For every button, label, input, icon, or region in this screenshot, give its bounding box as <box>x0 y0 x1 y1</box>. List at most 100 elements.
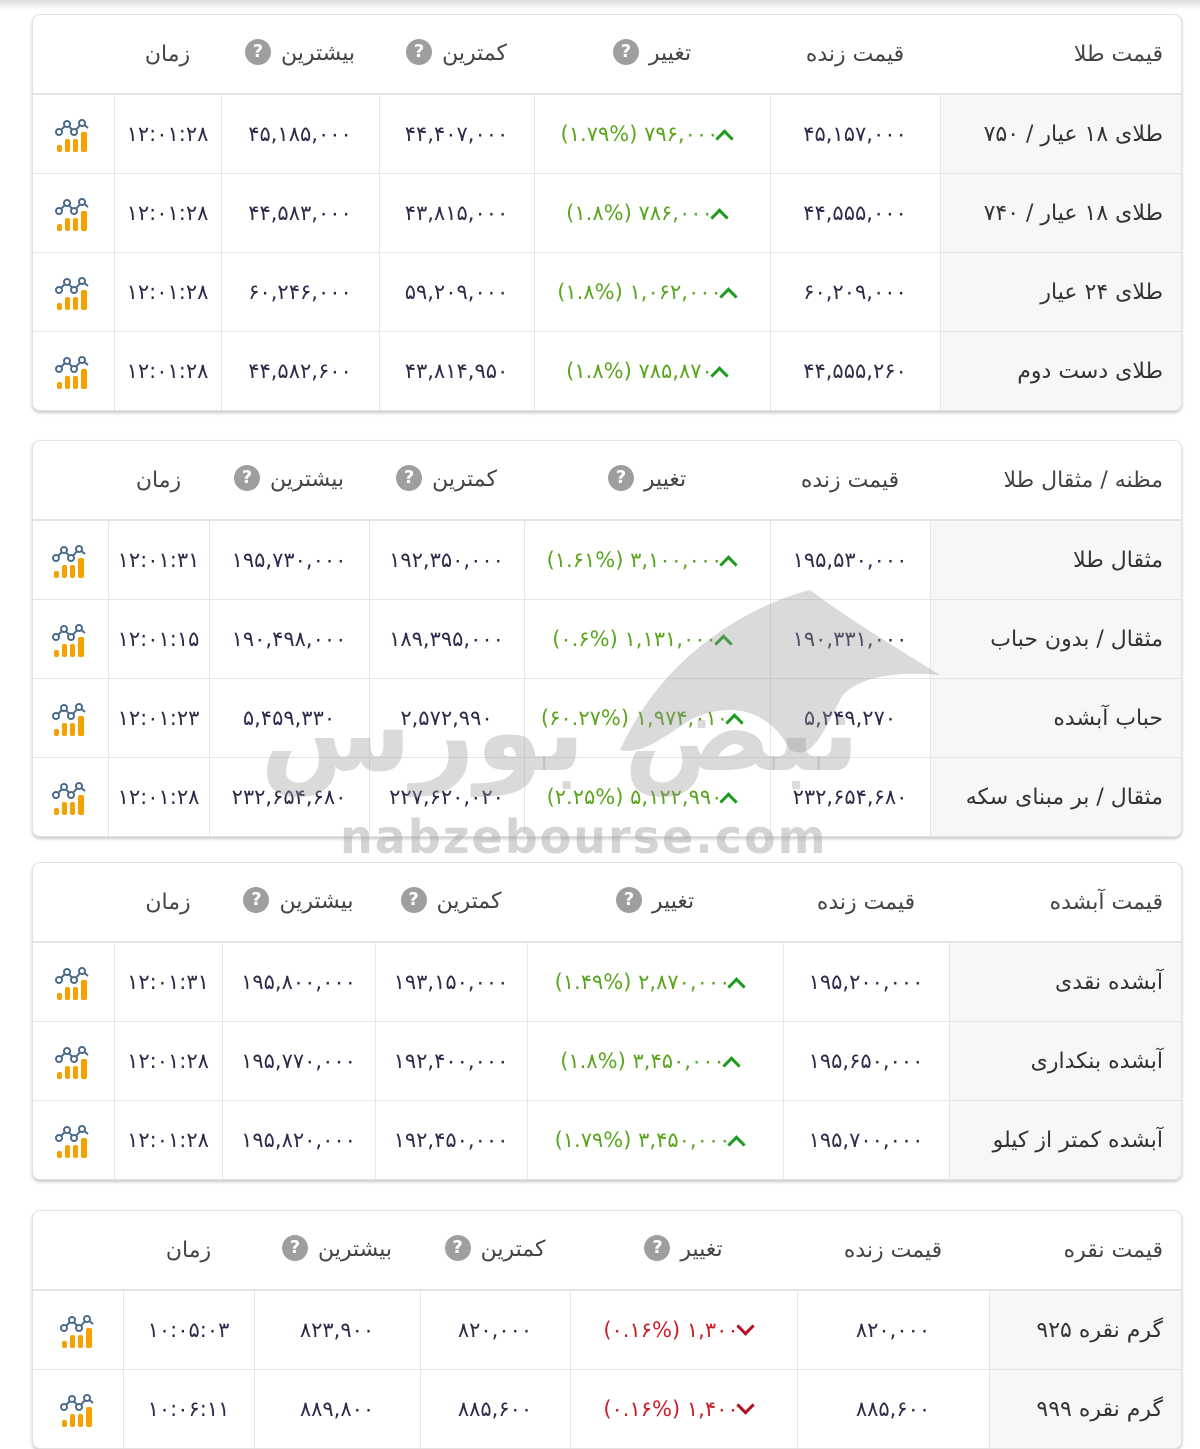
help-icon[interactable]: ? <box>396 465 423 491</box>
item-name[interactable]: گرم نقره ۹۹۹ <box>988 1369 1181 1448</box>
chart-cell[interactable] <box>33 1290 123 1370</box>
highest-price: ۵,۴۵۹,۳۳۰ <box>208 678 369 758</box>
chart-icon[interactable] <box>58 1389 98 1429</box>
lowest-price: ۴۳,۸۱۴,۹۵۰ <box>378 331 534 410</box>
live-price: ۱۹۵,۶۵۰,۰۰۰ <box>782 1021 949 1101</box>
table-row[interactable]: طلای دست دوم ۴۴,۵۵۵,۲۶۰ ۷۸۵,۸۷۰ (۱.۸%) ۴۳,۸… <box>33 331 1181 410</box>
chart-cell[interactable] <box>33 599 108 679</box>
chart-cell[interactable] <box>33 942 114 1022</box>
item-name[interactable]: حباب آبشده <box>929 678 1181 758</box>
chart-cell[interactable] <box>33 757 108 836</box>
item-name[interactable]: مثقال / بدون حباب <box>929 599 1181 679</box>
table-row[interactable]: گرم نقره ۹۹۹ ۸۸۵,۶۰۰ ۱,۴۰۰ (۰.۱۶%) ۸۸۵,۶۰۰ ۸… <box>33 1369 1181 1448</box>
chart-icon[interactable] <box>53 351 93 391</box>
chart-icon[interactable] <box>53 1120 93 1160</box>
header-chart <box>33 1211 123 1291</box>
arrow-up-icon <box>727 977 747 996</box>
lowest-price: ۴۴,۴۰۷,۰۰۰ <box>378 94 534 174</box>
highest-price: ۱۹۵,۷۳۰,۰۰۰ <box>208 520 369 600</box>
chart-icon[interactable] <box>50 540 90 580</box>
update-time: ۱۰:۰۶:۱۱ <box>122 1369 254 1448</box>
item-name[interactable]: مثقال طلا <box>929 520 1181 600</box>
chart-cell[interactable] <box>33 173 114 253</box>
item-name[interactable]: گرم نقره ۹۲۵ <box>988 1290 1181 1370</box>
change-cell: ۳,۱۰۰,۰۰۰ (۱.۶۱%) <box>523 520 770 600</box>
header-live-price: قیمت زنده <box>783 863 949 943</box>
section-title: مظنه / مثقال طلا <box>930 441 1181 521</box>
chart-icon[interactable] <box>50 777 90 817</box>
item-name[interactable]: مثقال / بر مبنای سکه <box>929 757 1181 836</box>
help-icon[interactable]: ? <box>615 887 642 913</box>
table-row[interactable]: آبشده کمتر از کیلو ۱۹۵,۷۰۰,۰۰۰ ۳,۴۵۰,۰۰۰ (… <box>33 1100 1181 1179</box>
help-icon[interactable]: ? <box>243 887 270 913</box>
update-time: ۱۲:۰۱:۲۸ <box>113 173 221 253</box>
help-icon[interactable]: ? <box>644 1235 671 1261</box>
help-icon[interactable]: ? <box>607 465 634 491</box>
help-icon[interactable]: ? <box>406 39 433 65</box>
chart-cell[interactable] <box>33 678 108 758</box>
chart-icon[interactable] <box>58 1310 98 1350</box>
change-value: ۱,۴۰۰ (۰.۱۶%) <box>603 1397 739 1421</box>
chart-cell[interactable] <box>33 94 114 174</box>
item-name[interactable]: آبشده بنکداری <box>948 1021 1181 1101</box>
table-row[interactable]: آبشده نقدی ۱۹۵,۲۰۰,۰۰۰ ۲,۸۷۰,۰۰۰ (۱.۴۹%) ۱۹… <box>33 942 1181 1022</box>
table-row[interactable]: گرم نقره ۹۲۵ ۸۲۰,۰۰۰ ۱,۳۰۰ (۰.۱۶%) ۸۲۰,۰۰۰ ۸… <box>33 1290 1181 1370</box>
chart-icon[interactable] <box>53 193 93 233</box>
table-header-row: قیمت نقره قیمت زنده تغییر? کمترین? بیشتر… <box>33 1211 1181 1291</box>
chart-cell[interactable] <box>33 331 114 410</box>
item-name[interactable]: آبشده کمتر از کیلو <box>948 1100 1181 1179</box>
chart-cell[interactable] <box>33 1021 114 1101</box>
gold-price-table: قیمت طلا قیمت زنده تغییر? کمترین? بیشتری… <box>32 14 1182 411</box>
arrow-up-icon <box>715 129 735 148</box>
chart-cell[interactable] <box>33 252 114 332</box>
change-cell: ۲,۸۷۰,۰۰۰ (۱.۴۹%) <box>526 942 783 1022</box>
table-row[interactable]: طلای ۲۴ عیار ۶۰,۲۰۹,۰۰۰ ۱,۰۶۲,۰۰۰ (۱.۸%) ۵۹… <box>33 252 1181 332</box>
highest-price: ۱۹۵,۸۲۰,۰۰۰ <box>221 1100 375 1179</box>
table-row[interactable]: مثقال طلا ۱۹۵,۵۳۰,۰۰۰ ۳,۱۰۰,۰۰۰ (۱.۶۱%) ۱۹۲… <box>33 520 1181 600</box>
change-value: ۷۸۵,۸۷۰ (۱.۸%) <box>566 359 713 383</box>
change-cell: ۳,۴۵۰,۰۰۰ (۱.۸%) <box>526 1021 783 1101</box>
header-lowest-label: کمترین <box>432 467 497 492</box>
table-row[interactable]: طلای ۱۸ عیار / ۷۴۰ ۴۴,۵۵۵,۰۰۰ ۷۸۶,۰۰۰ (۱.۸… <box>33 173 1181 253</box>
live-price: ۱۹۵,۵۳۰,۰۰۰ <box>769 520 930 600</box>
item-name[interactable]: طلای ۱۸ عیار / ۷۵۰ <box>939 94 1181 174</box>
lowest-price: ۱۹۲,۳۵۰,۰۰۰ <box>368 520 524 600</box>
chart-icon[interactable] <box>53 962 93 1002</box>
change-cell: ۱,۳۰۰ (۰.۱۶%) <box>569 1290 797 1370</box>
help-icon[interactable]: ? <box>244 39 271 65</box>
chart-icon[interactable] <box>53 1041 93 1081</box>
chart-icon[interactable] <box>50 698 90 738</box>
chart-cell[interactable] <box>33 1369 123 1448</box>
help-icon[interactable]: ? <box>233 465 260 491</box>
help-icon[interactable]: ? <box>444 1235 471 1261</box>
highest-price: ۴۴,۵۸۲,۶۰۰ <box>220 331 379 410</box>
table-row[interactable]: طلای ۱۸ عیار / ۷۵۰ ۴۵,۱۵۷,۰۰۰ ۷۹۶,۰۰۰ (۱.۷… <box>33 94 1181 174</box>
highest-price: ۶۰,۲۴۶,۰۰۰ <box>220 252 379 332</box>
live-price: ۱۹۵,۷۰۰,۰۰۰ <box>782 1100 949 1179</box>
item-name[interactable]: طلای دست دوم <box>939 331 1181 410</box>
table-row[interactable]: آبشده بنکداری ۱۹۵,۶۵۰,۰۰۰ ۳,۴۵۰,۰۰۰ (۱.۸%)… <box>33 1021 1181 1101</box>
help-icon[interactable]: ? <box>400 887 427 913</box>
chart-icon[interactable] <box>53 272 93 312</box>
chart-icon[interactable] <box>50 619 90 659</box>
item-name[interactable]: طلای ۲۴ عیار <box>939 252 1181 332</box>
chart-icon[interactable] <box>53 114 93 154</box>
table-row[interactable]: حباب آبشده ۵,۲۴۹,۲۷۰ ۱,۹۷۴,۰۱۰ (۶۰.۲۷%) ۲,۵… <box>33 678 1181 758</box>
lowest-price: ۱۸۹,۳۹۵,۰۰۰ <box>368 599 524 679</box>
change-value: ۷۸۶,۰۰۰ (۱.۸%) <box>566 201 713 225</box>
header-live-price: قیمت زنده <box>770 441 930 521</box>
item-name[interactable]: آبشده نقدی <box>948 942 1181 1022</box>
update-time: ۱۲:۰۱:۲۸ <box>113 331 221 410</box>
table-row[interactable]: مثقال / بدون حباب ۱۹۰,۳۳۱,۰۰۰ ۱,۱۳۱,۰۰۰ (۰… <box>33 599 1181 679</box>
update-time: ۱۲:۰۱:۲۸ <box>107 757 209 836</box>
live-price: ۴۴,۵۵۵,۲۶۰ <box>769 331 940 410</box>
lowest-price: ۱۹۲,۴۰۰,۰۰۰ <box>374 1021 527 1101</box>
item-name[interactable]: طلای ۱۸ عیار / ۷۴۰ <box>939 173 1181 253</box>
chart-cell[interactable] <box>33 1100 114 1179</box>
help-icon[interactable]: ? <box>281 1235 308 1261</box>
update-time: ۱۲:۰۱:۲۸ <box>113 94 221 174</box>
header-time: زمان <box>114 863 222 943</box>
header-change: تغییر? <box>570 1211 797 1291</box>
help-icon[interactable]: ? <box>612 39 639 65</box>
chart-cell[interactable] <box>33 520 108 600</box>
